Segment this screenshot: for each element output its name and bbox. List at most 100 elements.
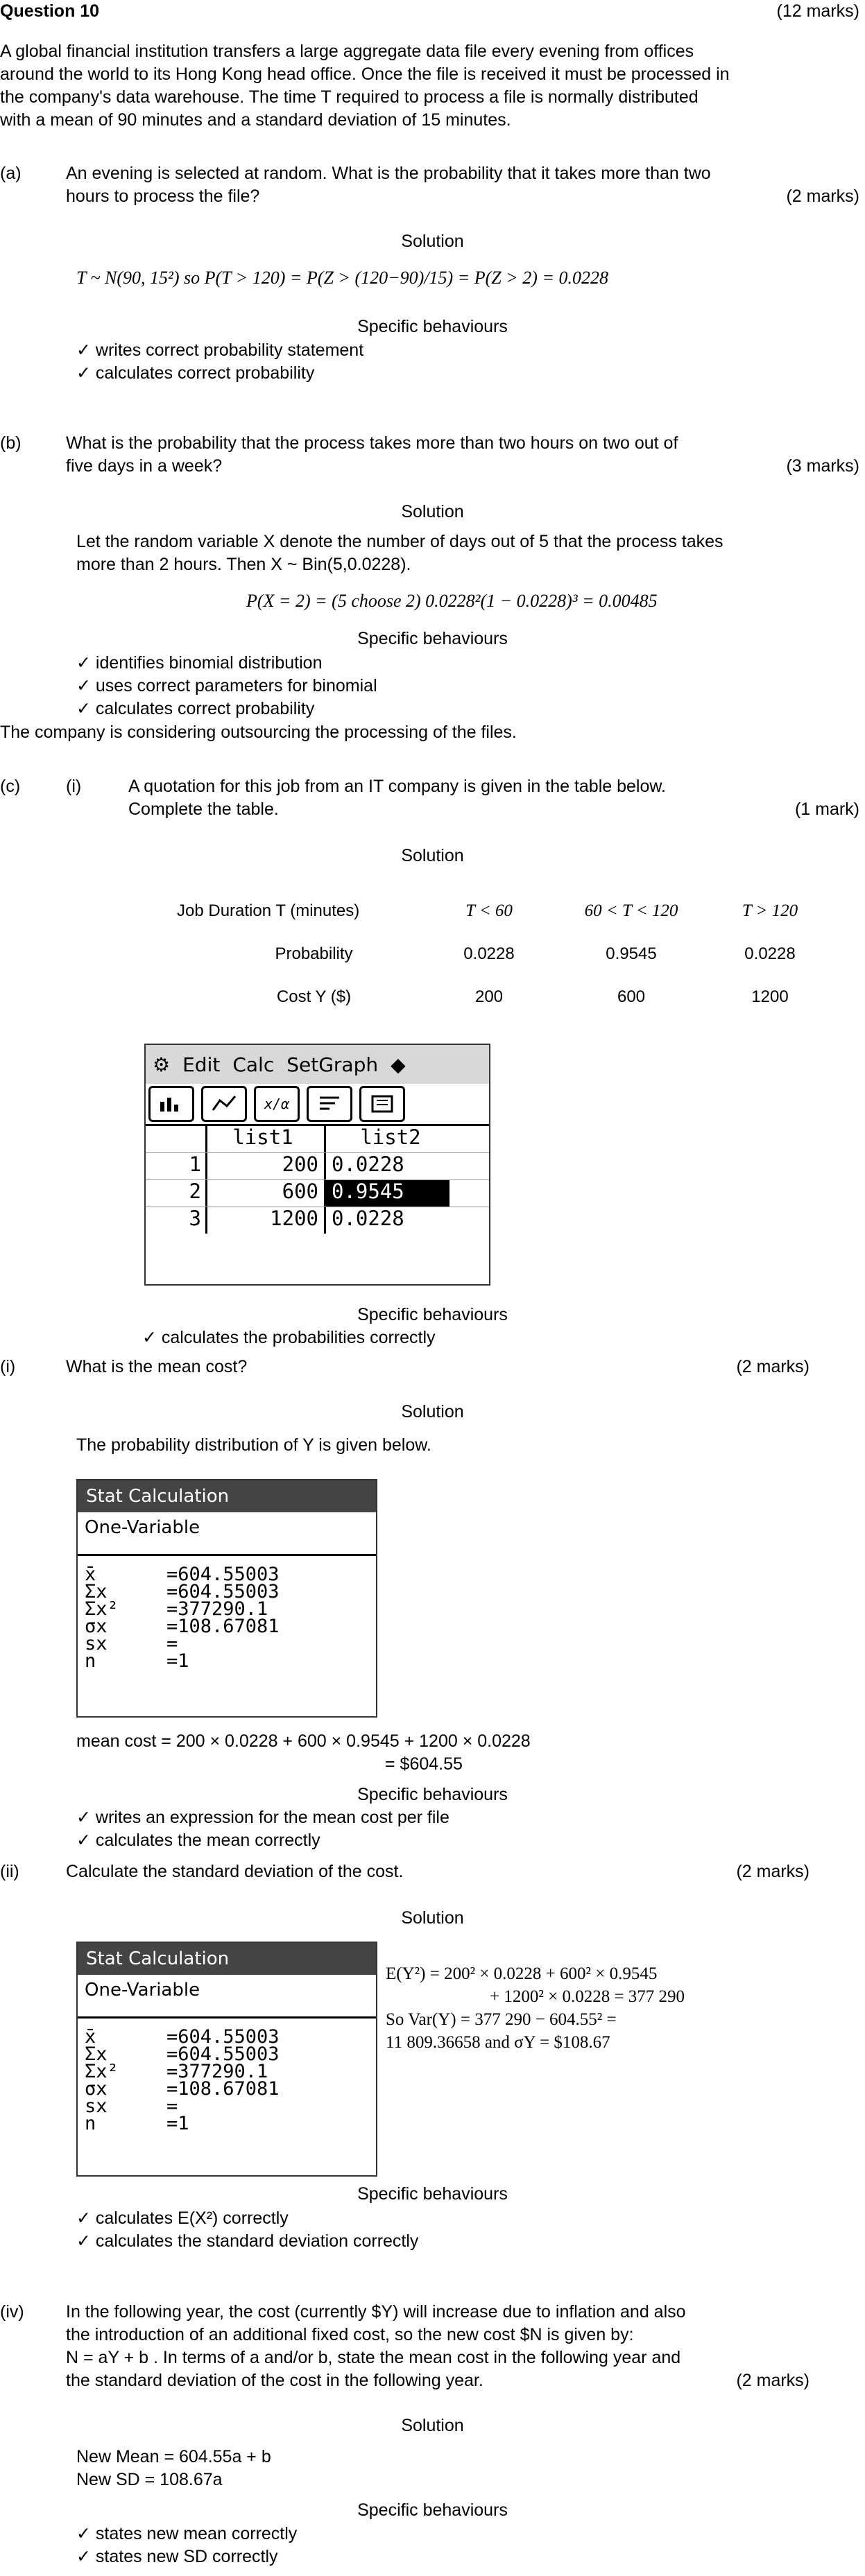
calc-tool-icon[interactable]: x/α — [254, 1086, 300, 1122]
list1-cell[interactable]: 600 — [207, 1180, 326, 1207]
table-cell: Cost Y ($) — [276, 987, 352, 1006]
specific-behaviours-heading: Specific behaviours — [357, 317, 508, 336]
part-sd-question: Calculate the standard deviation of the … — [66, 1862, 404, 1881]
part-b-formula: P(X = 2) = (5 choose 2) 0.0228²(1 − 0.02… — [246, 591, 658, 611]
specific-behaviours-heading: Specific behaviours — [357, 629, 508, 648]
stat-calc-sub: One-Variable — [78, 1975, 376, 2019]
list1-cell[interactable]: 1200 — [207, 1207, 326, 1234]
stat-row: n =1 — [85, 1652, 376, 1670]
intro-line: around the world to its Hong Kong head o… — [0, 64, 730, 84]
question-line: N = aY + b . In terms of a and/or b, sta… — [66, 2348, 681, 2367]
list2-header[interactable]: list2 — [326, 1126, 449, 1152]
list2-cell[interactable]: 0.0228 — [326, 1153, 449, 1179]
mean-cost-line-2: = $604.55 — [385, 1754, 463, 1774]
stat-tool-icon[interactable] — [201, 1086, 247, 1122]
list-index-header — [146, 1126, 207, 1152]
stat-calc-sub: One-Variable — [78, 1512, 376, 1556]
list-header-row: list1 list2 — [146, 1124, 489, 1152]
table-cell: 600 — [617, 987, 646, 1006]
stat-key: n — [85, 1650, 96, 1672]
question-line: What is the probability that the process… — [66, 433, 678, 453]
stat-value: =108.67081 — [166, 1616, 280, 1637]
stat-calc-title: Stat Calculation — [78, 1480, 376, 1512]
behaviour-item: calculates E(X²) correctly — [76, 2207, 418, 2230]
part-mean-solution-text: The probability distribution of Y is giv… — [76, 1435, 431, 1455]
list2-cell[interactable]: 0.0228 — [326, 1207, 449, 1234]
behaviour-item: states new SD correctly — [76, 2545, 297, 2568]
job-duration-table: Job Duration T (minutes) T < 60 60 < T <… — [177, 889, 832, 1018]
question-line: In the following year, the cost (current… — [66, 2302, 686, 2322]
part-c-marks: (1 mark) — [794, 799, 859, 819]
stat-value: =1 — [166, 2113, 189, 2134]
stat-calculation-screen-2: Stat Calculation One-Variable x̄ =604.550… — [76, 1942, 377, 2177]
part-mean-behaviours: writes an expression for the mean cost p… — [76, 1806, 449, 1852]
part-iv-label: (iv) — [0, 2302, 24, 2322]
solution-heading: Solution — [401, 232, 464, 251]
list2-cell-selected[interactable]: 0.9545 — [326, 1180, 449, 1207]
specific-behaviours-heading: Specific behaviours — [357, 1305, 508, 1324]
part-sd-marks: (2 marks) — [736, 1862, 810, 1881]
intro-paragraph: A global financial institution transfers… — [0, 40, 865, 132]
specific-behaviours-heading: Specific behaviours — [357, 2184, 508, 2204]
behaviour-item: writes an expression for the mean cost p… — [76, 1806, 449, 1829]
list-index: 1 — [146, 1153, 207, 1179]
part-b-question: What is the probability that the process… — [66, 432, 829, 478]
question-line: five days in a week? — [66, 456, 223, 476]
new-sd: New SD = 108.67a — [76, 2470, 223, 2489]
sd-line: E(Y²) = 200² × 0.0228 + 600² × 0.9545 — [386, 1964, 658, 1983]
solution-heading: Solution — [401, 502, 464, 521]
gear-icon[interactable]: ⚙ — [153, 1053, 170, 1076]
part-sd-label: (ii) — [0, 1862, 19, 1881]
stat-row: σx =108.67081 — [85, 1616, 376, 1637]
menu-edit[interactable]: Edit — [182, 1053, 220, 1076]
question-line: hours to process the file? — [66, 187, 260, 206]
stat-key: n — [85, 2113, 96, 2134]
list1-cell[interactable]: 200 — [207, 1153, 326, 1179]
behaviour-item: calculates correct probability — [76, 698, 377, 720]
graph-tool-icon[interactable] — [148, 1086, 194, 1122]
solution-heading: Solution — [401, 1402, 464, 1421]
calculator-list-screen: ⚙ Edit Calc SetGraph ◆ x/α list1 list2 1… — [144, 1044, 490, 1286]
part-b-marks: (3 marks) — [786, 456, 859, 476]
menu-setgraph[interactable]: SetGraph — [286, 1053, 378, 1076]
part-c-behaviours: calculates the probabilities correctly — [142, 1326, 436, 1349]
table-header-cell: Job Duration T (minutes) — [177, 901, 360, 920]
sd-line: 11 809.36658 and σY = $108.67 — [386, 2033, 610, 2052]
outsourcing-text: The company is considering outsourcing t… — [0, 723, 517, 742]
specific-behaviours-heading: Specific behaviours — [357, 2500, 508, 2520]
table-header-cell: T > 120 — [742, 901, 798, 920]
part-mean-question: What is the mean cost? — [66, 1357, 248, 1376]
question-line: Complete the table. — [128, 799, 279, 819]
part-a-formula: T ~ N(90, 15²) so P(T > 120) = P(Z > (12… — [76, 268, 608, 288]
menu-calc[interactable]: Calc — [232, 1053, 274, 1076]
stat-row: sx = — [85, 2097, 376, 2116]
solution-heading: Solution — [401, 846, 464, 865]
table-cell: 1200 — [751, 987, 789, 1006]
sort-tool-icon[interactable] — [307, 1086, 352, 1122]
question-marks: (12 marks) — [776, 1, 859, 21]
list1-header[interactable]: list1 — [207, 1126, 326, 1152]
part-c-sub-label: (i) — [66, 777, 82, 796]
table-cell: Probability — [275, 944, 353, 963]
behaviour-item: calculates the probabilities correctly — [142, 1326, 436, 1349]
stat-value: =1 — [166, 1650, 189, 1672]
part-a-marks: (2 marks) — [786, 187, 859, 206]
behaviour-item: calculates correct probability — [76, 362, 363, 385]
sd-line: So Var(Y) = 377 290 − 604.55² = — [386, 2010, 617, 2029]
part-c-label: (c) — [0, 777, 21, 796]
table-cell: 0.9545 — [606, 944, 657, 963]
stat-row: σx =108.67081 — [85, 2080, 376, 2098]
intro-line: A global financial institution transfers… — [0, 42, 694, 61]
stat-calc-rows: x̄ =604.55003 Σx =604.55003 Σx² =377290.1 σ… — [78, 1556, 376, 1670]
list-row: 3 1200 0.0228 — [146, 1207, 489, 1234]
list-tool-icon[interactable] — [359, 1086, 405, 1122]
part-a-question: An evening is selected at random. What i… — [66, 162, 829, 208]
part-a-behaviours: writes correct probability statement cal… — [76, 339, 363, 385]
sd-line: + 1200² × 0.0228 = 377 290 — [490, 1987, 685, 2006]
table-row: Probability 0.0228 0.9545 0.0228 — [177, 932, 832, 975]
calculator-toolbar: x/α — [146, 1084, 489, 1124]
behaviour-item: states new mean correctly — [76, 2523, 297, 2545]
behaviour-item: uses correct parameters for binomial — [76, 675, 377, 698]
behaviour-item: calculates the mean correctly — [76, 1829, 449, 1852]
menu-more-icon[interactable]: ◆ — [391, 1053, 406, 1076]
